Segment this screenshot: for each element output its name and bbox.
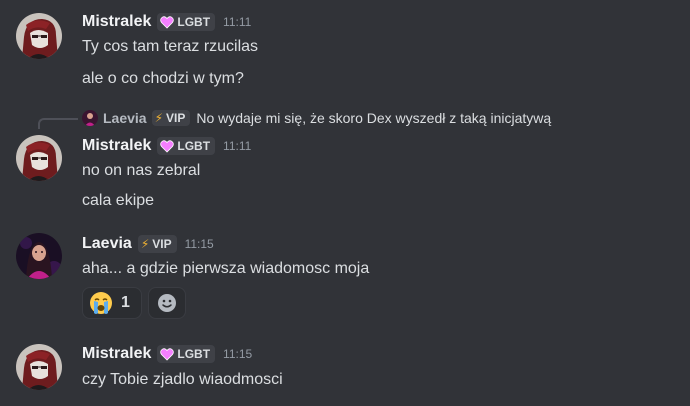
reply-preview[interactable]: Laevia ⚡ VIP No wydaje mi się, że skoro … bbox=[82, 108, 551, 128]
message-text[interactable]: cala ekipe bbox=[82, 190, 154, 212]
timestamp[interactable]: 11:15 bbox=[223, 347, 252, 361]
laevia-avatar[interactable] bbox=[16, 233, 62, 279]
message-header: Mistralek LGBT 11:15 bbox=[82, 343, 252, 365]
bolt-icon: ⚡ bbox=[154, 111, 164, 125]
role-tag[interactable]: ⚡ VIP bbox=[137, 235, 177, 253]
role-tag[interactable]: LGBT bbox=[157, 137, 216, 155]
message-text[interactable]: aha... a gdzie pierwsza wiadomosc moja bbox=[82, 258, 369, 280]
username[interactable]: Laevia bbox=[82, 235, 132, 253]
username[interactable]: Mistralek bbox=[82, 137, 151, 155]
message-text[interactable]: no on nas zebral bbox=[82, 160, 200, 182]
role-tag-label: LGBT bbox=[177, 15, 211, 29]
message-text[interactable]: Ty cos tam teraz rzucilas bbox=[82, 36, 258, 58]
role-tag[interactable]: LGBT bbox=[157, 13, 216, 31]
username[interactable]: Mistralek bbox=[82, 13, 151, 31]
mistralek-avatar[interactable] bbox=[16, 344, 62, 390]
role-tag[interactable]: LGBT bbox=[157, 345, 216, 363]
role-tag[interactable]: ⚡ VIP bbox=[151, 110, 191, 126]
chat-messages: Mistralek LGBT 11:11 Ty cos tam teraz rz… bbox=[0, 0, 690, 406]
role-tag-label: VIP bbox=[166, 111, 186, 125]
message-header: Mistralek LGBT 11:11 bbox=[82, 11, 251, 33]
mistralek-avatar[interactable] bbox=[16, 13, 62, 59]
reaction-count: 1 bbox=[121, 294, 130, 311]
timestamp[interactable]: 11:15 bbox=[185, 237, 214, 251]
role-tag-label: LGBT bbox=[177, 347, 211, 361]
heart-icon bbox=[160, 347, 175, 361]
role-tag-label: VIP bbox=[152, 237, 172, 251]
message-text[interactable]: czy Tobie zjadlo wiaodmosci bbox=[82, 369, 283, 391]
add-reaction-icon bbox=[157, 293, 177, 313]
mistralek-avatar[interactable] bbox=[16, 135, 62, 181]
reply-connector bbox=[38, 118, 78, 129]
laevia-reply-avatar bbox=[82, 110, 98, 126]
reply-text: No wydaje mi się, że skoro Dex wyszedł z… bbox=[196, 110, 552, 126]
timestamp[interactable]: 11:11 bbox=[223, 15, 251, 29]
heart-icon bbox=[160, 139, 175, 153]
timestamp[interactable]: 11:11 bbox=[223, 139, 251, 153]
crying-face-emoji bbox=[89, 291, 113, 315]
add-reaction-button[interactable] bbox=[148, 287, 186, 319]
reply-username[interactable]: Laevia bbox=[103, 110, 147, 126]
username[interactable]: Mistralek bbox=[82, 345, 151, 363]
bolt-icon: ⚡ bbox=[140, 237, 150, 251]
message-header: Mistralek LGBT 11:11 bbox=[82, 135, 251, 157]
heart-icon bbox=[160, 15, 175, 29]
message-text[interactable]: ale o co chodzi w tym? bbox=[82, 68, 244, 90]
message-header: Laevia ⚡ VIP 11:15 bbox=[82, 233, 214, 255]
reaction-crying-face[interactable]: 1 bbox=[82, 287, 142, 319]
role-tag-label: LGBT bbox=[177, 139, 211, 153]
